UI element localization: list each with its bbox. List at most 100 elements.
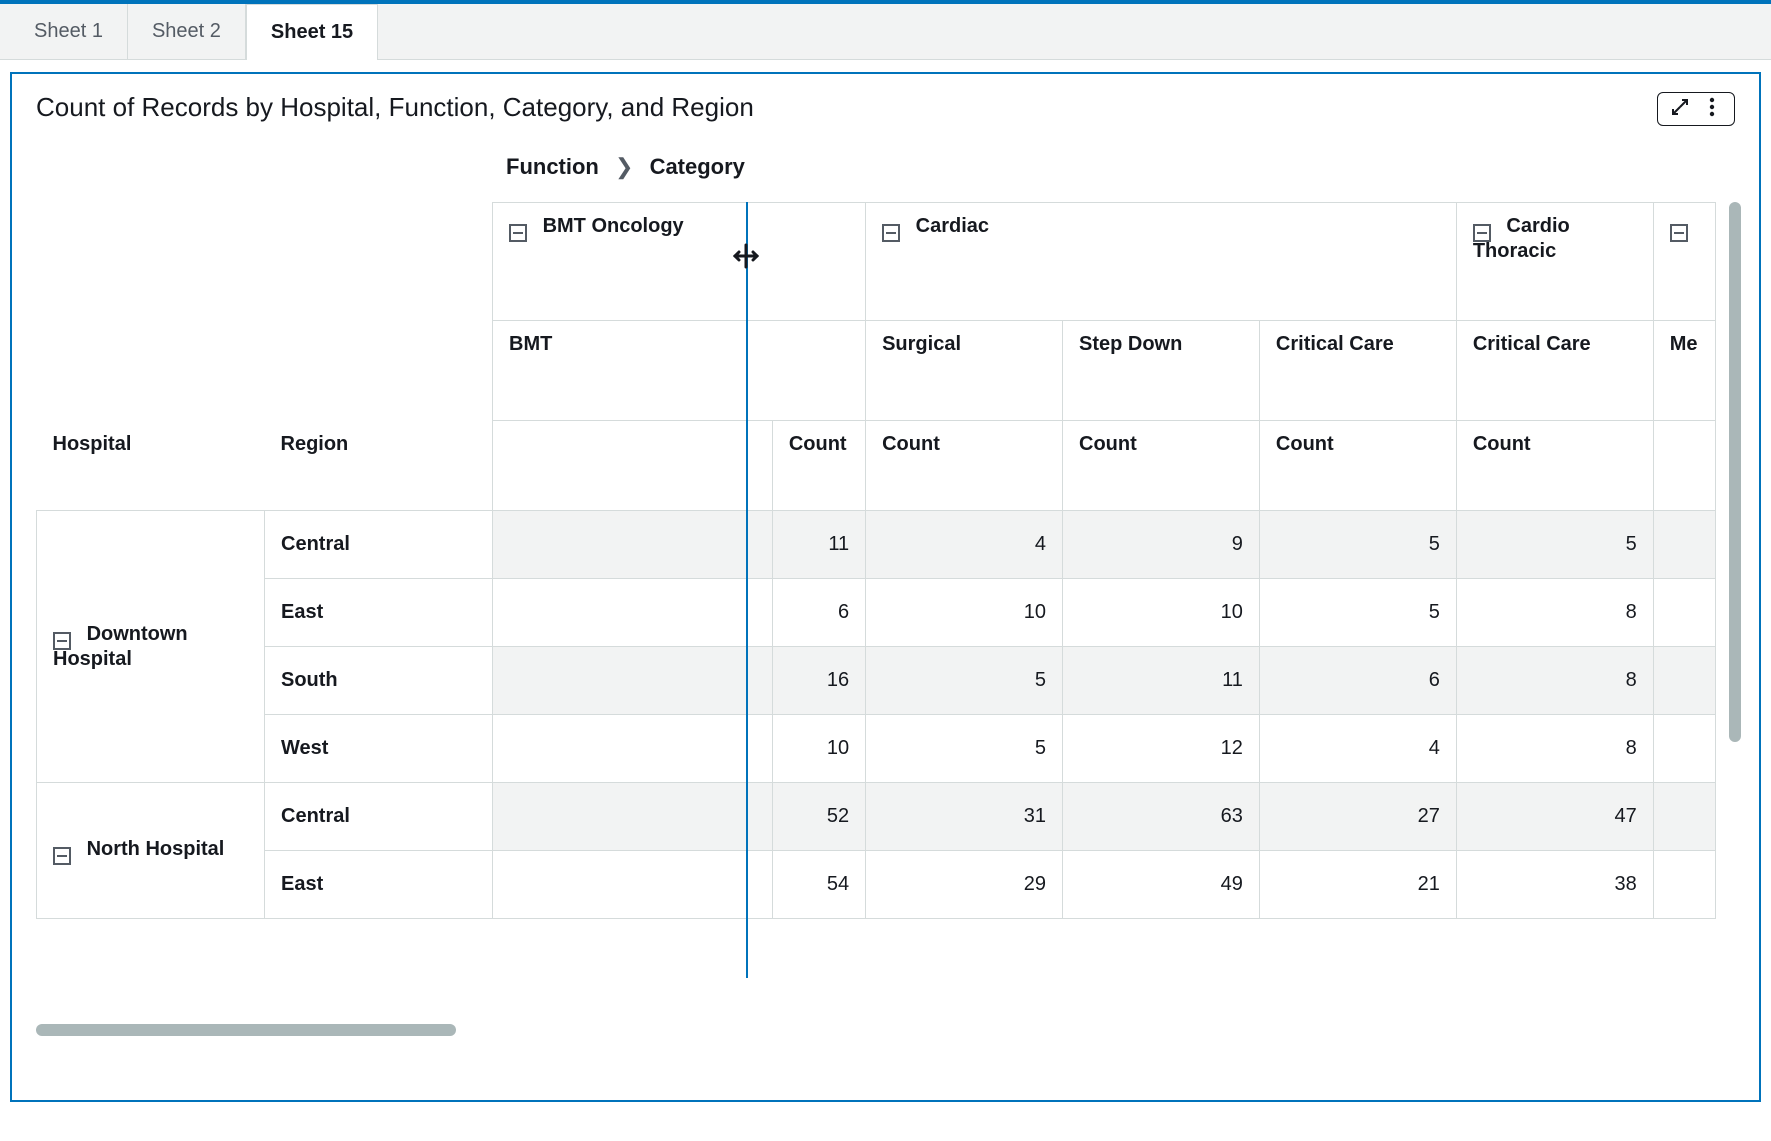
column-resize-handle[interactable] bbox=[728, 238, 764, 274]
category-header-critical-care[interactable]: Critical Care bbox=[1259, 321, 1456, 421]
data-cell[interactable]: 54 bbox=[772, 851, 865, 919]
more-menu-button[interactable] bbox=[1700, 97, 1724, 121]
data-cell[interactable]: 10 bbox=[1063, 579, 1260, 647]
metric-header: Count bbox=[772, 421, 865, 511]
data-cell[interactable]: 5 bbox=[866, 715, 1063, 783]
vertical-dots-icon bbox=[1709, 97, 1715, 122]
data-cell[interactable]: 38 bbox=[1456, 851, 1653, 919]
breadcrumb-category[interactable]: Category bbox=[650, 154, 745, 179]
data-cell[interactable] bbox=[1653, 511, 1715, 579]
function-label: Cardiac bbox=[916, 215, 989, 237]
row-hospital-downtown[interactable]: Downtown Hospital bbox=[37, 511, 265, 783]
metric-spacer bbox=[493, 421, 773, 511]
function-header-truncated[interactable] bbox=[1653, 203, 1715, 321]
data-cell[interactable] bbox=[1653, 851, 1715, 919]
horizontal-scrollbar[interactable] bbox=[36, 1024, 456, 1036]
function-header-bmt-oncology[interactable]: BMT Oncology bbox=[493, 203, 866, 321]
data-cell[interactable]: 5 bbox=[1456, 511, 1653, 579]
data-cell[interactable]: 29 bbox=[866, 851, 1063, 919]
collapse-icon[interactable] bbox=[882, 224, 900, 242]
data-cell[interactable]: 5 bbox=[1259, 579, 1456, 647]
data-cell[interactable]: 6 bbox=[1259, 647, 1456, 715]
metric-header: Count bbox=[1456, 421, 1653, 511]
metric-header: Count bbox=[1063, 421, 1260, 511]
row-region[interactable]: West bbox=[265, 715, 493, 783]
data-cell[interactable]: 31 bbox=[866, 783, 1063, 851]
data-cell[interactable]: 4 bbox=[866, 511, 1063, 579]
data-cell[interactable]: 6 bbox=[772, 579, 865, 647]
data-cell[interactable]: 11 bbox=[772, 511, 865, 579]
data-cell[interactable]: 10 bbox=[866, 579, 1063, 647]
category-header-me[interactable]: Me bbox=[1653, 321, 1715, 421]
sheet-tabs: Sheet 1 Sheet 2 Sheet 15 bbox=[0, 4, 1771, 60]
column-resize-guide bbox=[746, 202, 748, 978]
category-header-step-down[interactable]: Step Down bbox=[1063, 321, 1260, 421]
data-cell[interactable]: 10 bbox=[772, 715, 865, 783]
metric-header: Count bbox=[1259, 421, 1456, 511]
row-region[interactable]: South bbox=[265, 647, 493, 715]
row-hospital-north[interactable]: North Hospital bbox=[37, 783, 265, 919]
data-cell[interactable] bbox=[1653, 783, 1715, 851]
data-cell[interactable]: 5 bbox=[1259, 511, 1456, 579]
expand-icon bbox=[1670, 97, 1690, 122]
pivot-area: BMT Oncology Cardiac Cardio Thoracic bbox=[36, 202, 1735, 1032]
data-cell[interactable]: 12 bbox=[1063, 715, 1260, 783]
data-cell[interactable] bbox=[1653, 579, 1715, 647]
data-cell[interactable]: 9 bbox=[1063, 511, 1260, 579]
row-region[interactable]: Central bbox=[265, 783, 493, 851]
data-cell bbox=[493, 647, 773, 715]
metric-header: Count bbox=[866, 421, 1063, 511]
data-cell[interactable]: 8 bbox=[1456, 647, 1653, 715]
data-cell[interactable]: 5 bbox=[866, 647, 1063, 715]
row-axis-hospital[interactable]: Hospital bbox=[37, 421, 265, 511]
expand-button[interactable] bbox=[1668, 97, 1692, 121]
collapse-icon[interactable] bbox=[1473, 224, 1491, 242]
data-cell[interactable]: 4 bbox=[1259, 715, 1456, 783]
hospital-label: Downtown Hospital bbox=[53, 623, 188, 670]
row-region[interactable]: Central bbox=[265, 511, 493, 579]
data-cell[interactable]: 8 bbox=[1456, 715, 1653, 783]
data-cell bbox=[493, 783, 773, 851]
visual-panel: Count of Records by Hospital, Function, … bbox=[10, 72, 1761, 1102]
breadcrumb-function[interactable]: Function bbox=[506, 154, 599, 179]
row-region[interactable]: East bbox=[265, 851, 493, 919]
category-header-surgical[interactable]: Surgical bbox=[866, 321, 1063, 421]
data-cell[interactable]: 49 bbox=[1063, 851, 1260, 919]
data-cell[interactable] bbox=[1653, 715, 1715, 783]
data-cell[interactable]: 21 bbox=[1259, 851, 1456, 919]
vertical-scrollbar[interactable] bbox=[1729, 202, 1741, 742]
data-cell[interactable] bbox=[1653, 647, 1715, 715]
data-cell[interactable]: 8 bbox=[1456, 579, 1653, 647]
chevron-right-icon: ❯ bbox=[615, 154, 633, 179]
collapse-icon[interactable] bbox=[1670, 224, 1688, 242]
column-hierarchy-breadcrumb: Function ❯ Category bbox=[506, 154, 1735, 180]
data-cell bbox=[493, 511, 773, 579]
collapse-icon[interactable] bbox=[53, 632, 71, 650]
data-cell bbox=[493, 579, 773, 647]
function-header-cardio-thoracic[interactable]: Cardio Thoracic bbox=[1456, 203, 1653, 321]
category-header-critical-care-2[interactable]: Critical Care bbox=[1456, 321, 1653, 421]
function-header-cardiac[interactable]: Cardiac bbox=[866, 203, 1457, 321]
tab-sheet-1[interactable]: Sheet 1 bbox=[10, 4, 128, 59]
data-cell[interactable]: 27 bbox=[1259, 783, 1456, 851]
collapse-icon[interactable] bbox=[53, 847, 71, 865]
data-cell bbox=[493, 851, 773, 919]
hospital-label: North Hospital bbox=[87, 838, 225, 860]
data-cell[interactable]: 52 bbox=[772, 783, 865, 851]
pivot-table: BMT Oncology Cardiac Cardio Thoracic bbox=[36, 202, 1716, 919]
metric-header bbox=[1653, 421, 1715, 511]
tab-sheet-15[interactable]: Sheet 15 bbox=[246, 4, 378, 60]
data-cell[interactable]: 47 bbox=[1456, 783, 1653, 851]
data-cell[interactable]: 16 bbox=[772, 647, 865, 715]
collapse-icon[interactable] bbox=[509, 224, 527, 242]
category-header-bmt[interactable]: BMT bbox=[493, 321, 866, 421]
row-region[interactable]: East bbox=[265, 579, 493, 647]
data-cell[interactable]: 11 bbox=[1063, 647, 1260, 715]
function-label: BMT Oncology bbox=[543, 215, 684, 237]
data-cell bbox=[493, 715, 773, 783]
panel-title: Count of Records by Hospital, Function, … bbox=[36, 92, 1657, 123]
data-cell[interactable]: 63 bbox=[1063, 783, 1260, 851]
tab-sheet-2[interactable]: Sheet 2 bbox=[128, 4, 246, 59]
row-axis-region[interactable]: Region bbox=[265, 421, 493, 511]
panel-controls bbox=[1657, 92, 1735, 126]
